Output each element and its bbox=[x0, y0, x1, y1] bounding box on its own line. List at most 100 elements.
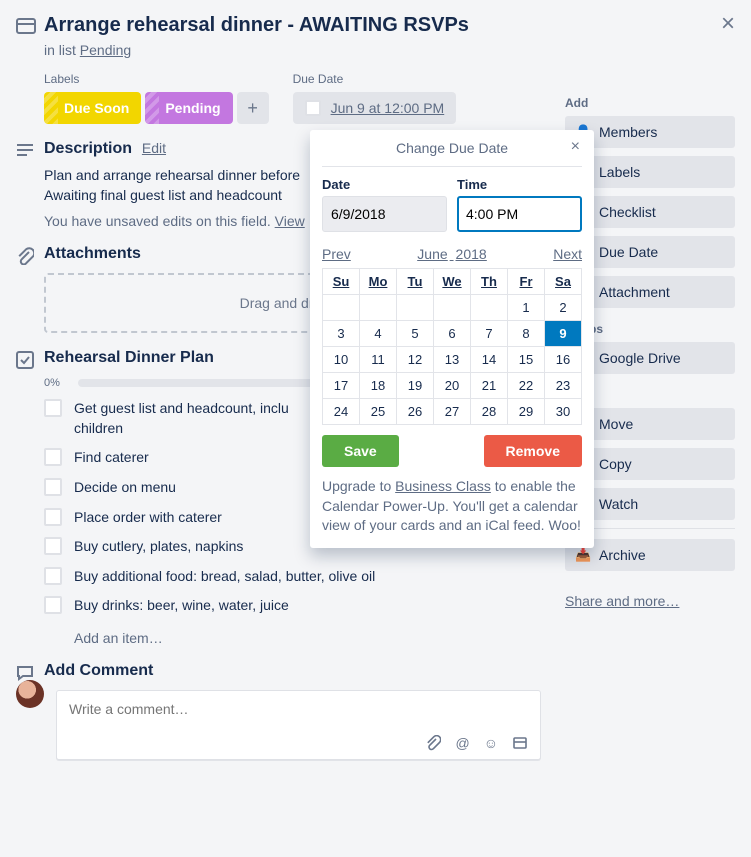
checklist-item-text[interactable]: Buy additional food: bread, salad, butte… bbox=[74, 567, 375, 587]
prev-month-link[interactable]: Prev bbox=[322, 246, 351, 262]
description-icon bbox=[16, 140, 44, 229]
calendar-day[interactable]: 6 bbox=[434, 321, 471, 347]
calendar-day[interactable]: 13 bbox=[434, 347, 471, 373]
calendar-day[interactable]: 20 bbox=[434, 373, 471, 399]
checklist-item-text[interactable]: Decide on menu bbox=[74, 478, 176, 498]
list-link[interactable]: Pending bbox=[80, 42, 131, 58]
progress-percent: 0% bbox=[44, 377, 68, 389]
checklist-checkbox[interactable] bbox=[44, 567, 62, 585]
checklist-item-text[interactable]: Buy drinks: beer, wine, water, juice bbox=[74, 596, 289, 616]
checklist-item-text[interactable]: Buy cutlery, plates, napkins bbox=[74, 537, 243, 557]
view-edits-link[interactable]: View bbox=[275, 213, 305, 229]
due-date-text: Jun 9 at 12:00 PM bbox=[331, 100, 445, 116]
calendar-day[interactable]: 15 bbox=[508, 347, 545, 373]
calendar-day[interactable]: 25 bbox=[360, 399, 397, 425]
calendar-day[interactable]: 18 bbox=[360, 373, 397, 399]
comment-icon bbox=[16, 662, 44, 682]
calendar-day[interactable]: 23 bbox=[545, 373, 582, 399]
calendar-day[interactable]: 7 bbox=[471, 321, 508, 347]
mention-icon[interactable]: @ bbox=[455, 735, 469, 751]
share-and-more-link[interactable]: Share and more… bbox=[565, 593, 679, 609]
remove-button[interactable]: Remove bbox=[484, 435, 582, 467]
calendar-day[interactable]: 9 bbox=[545, 321, 582, 347]
date-label: Date bbox=[322, 177, 447, 192]
checklist-item-text[interactable]: Find caterer bbox=[74, 448, 149, 468]
calendar-day[interactable]: 14 bbox=[471, 347, 508, 373]
weekday-header: Mo bbox=[360, 269, 397, 295]
calendar-day[interactable]: 27 bbox=[434, 399, 471, 425]
emoji-icon[interactable]: ☺ bbox=[484, 735, 498, 751]
time-input[interactable] bbox=[457, 196, 582, 232]
weekday-header: Tu bbox=[397, 269, 434, 295]
checklist-checkbox[interactable] bbox=[44, 537, 62, 555]
checklist-item: Buy drinks: beer, wine, water, juice bbox=[44, 596, 541, 616]
calendar-day[interactable]: 12 bbox=[397, 347, 434, 373]
calendar-day[interactable]: 24 bbox=[323, 399, 360, 425]
calendar-day bbox=[434, 295, 471, 321]
calendar-day bbox=[397, 295, 434, 321]
add-label-button[interactable]: + bbox=[237, 92, 269, 124]
year-link[interactable]: 2018 bbox=[456, 246, 487, 262]
add-heading: Add bbox=[565, 96, 735, 110]
description-heading: Description bbox=[44, 140, 132, 158]
card-icon bbox=[16, 12, 44, 36]
calendar-day[interactable]: 29 bbox=[508, 399, 545, 425]
checklist-checkbox[interactable] bbox=[44, 596, 62, 614]
month-link[interactable]: June bbox=[417, 246, 447, 262]
calendar-day[interactable]: 3 bbox=[323, 321, 360, 347]
calendar-day[interactable]: 28 bbox=[471, 399, 508, 425]
calendar-day[interactable]: 21 bbox=[471, 373, 508, 399]
close-card-icon[interactable]: × bbox=[721, 10, 735, 38]
calendar-day bbox=[323, 295, 360, 321]
due-date-button[interactable]: Jun 9 at 12:00 PM bbox=[293, 92, 457, 124]
add-comment-heading: Add Comment bbox=[44, 662, 153, 680]
edit-description-link[interactable]: Edit bbox=[142, 140, 166, 156]
checklist-item: Buy additional food: bread, salad, butte… bbox=[44, 567, 541, 587]
save-button[interactable]: Save bbox=[322, 435, 399, 467]
add-checklist-item[interactable]: Add an item… bbox=[74, 630, 541, 646]
calendar-day[interactable]: 26 bbox=[397, 399, 434, 425]
avatar[interactable] bbox=[16, 680, 44, 708]
archive-icon: 📥 bbox=[575, 547, 591, 563]
weekday-header: Su bbox=[323, 269, 360, 295]
due-date-checkbox[interactable] bbox=[305, 100, 321, 116]
date-picker-popover: Change Due Date × Date Time Prev June 20… bbox=[310, 130, 594, 548]
calendar-day[interactable]: 16 bbox=[545, 347, 582, 373]
checklist-checkbox[interactable] bbox=[44, 399, 62, 417]
label-pending[interactable]: Pending bbox=[145, 92, 232, 124]
weekday-header: Th bbox=[471, 269, 508, 295]
comment-input[interactable] bbox=[69, 701, 528, 717]
calendar-day[interactable]: 30 bbox=[545, 399, 582, 425]
card-icon-tool[interactable] bbox=[512, 735, 528, 751]
checklist-heading: Rehearsal Dinner Plan bbox=[44, 349, 214, 367]
calendar-day[interactable]: 5 bbox=[397, 321, 434, 347]
checklist-item-text[interactable]: Get guest list and headcount, inclu chil… bbox=[74, 399, 289, 438]
date-input[interactable] bbox=[322, 196, 447, 232]
card-title: Arrange rehearsal dinner - AWAITING RSVP… bbox=[44, 12, 541, 38]
calendar-day[interactable]: 8 bbox=[508, 321, 545, 347]
calendar-day[interactable]: 1 bbox=[508, 295, 545, 321]
calendar-day[interactable]: 2 bbox=[545, 295, 582, 321]
calendar-day bbox=[360, 295, 397, 321]
labels-heading: Labels bbox=[44, 72, 269, 86]
weekday-header: Fr bbox=[508, 269, 545, 295]
close-datepicker-icon[interactable]: × bbox=[571, 138, 580, 156]
checklist-checkbox[interactable] bbox=[44, 508, 62, 526]
calendar-day[interactable]: 11 bbox=[360, 347, 397, 373]
attach-icon[interactable] bbox=[425, 735, 441, 751]
calendar-day bbox=[471, 295, 508, 321]
calendar-day[interactable]: 4 bbox=[360, 321, 397, 347]
checklist-item-text[interactable]: Place order with caterer bbox=[74, 508, 222, 528]
calendar-day[interactable]: 10 bbox=[323, 347, 360, 373]
calendar-day[interactable]: 17 bbox=[323, 373, 360, 399]
next-month-link[interactable]: Next bbox=[553, 246, 582, 262]
weekday-header: Sa bbox=[545, 269, 582, 295]
due-date-heading: Due Date bbox=[293, 72, 457, 86]
calendar-day[interactable]: 22 bbox=[508, 373, 545, 399]
label-due-soon[interactable]: Due Soon bbox=[44, 92, 141, 124]
checklist-checkbox[interactable] bbox=[44, 478, 62, 496]
checklist-checkbox[interactable] bbox=[44, 448, 62, 466]
business-class-link[interactable]: Business Class bbox=[395, 478, 491, 494]
calendar-day[interactable]: 19 bbox=[397, 373, 434, 399]
card-list-location: in list Pending bbox=[44, 42, 541, 58]
